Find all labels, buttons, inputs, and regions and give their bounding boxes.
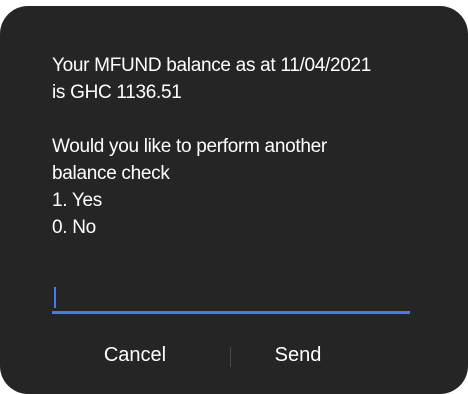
- option-no: 0. No: [52, 217, 96, 238]
- message-line: Would you like to perform another: [52, 136, 327, 157]
- button-divider: [230, 347, 231, 367]
- reply-input[interactable]: [52, 284, 410, 310]
- option-yes: 1. Yes: [52, 190, 102, 211]
- ussd-message: Your MFUND balance as at 11/04/2021 is G…: [52, 52, 442, 241]
- message-line: balance check: [52, 163, 170, 184]
- message-spacer: [52, 106, 442, 133]
- message-line: is GHC 1136.51: [52, 82, 182, 103]
- send-button[interactable]: Send: [248, 338, 348, 372]
- message-line: Your MFUND balance as at 11/04/2021: [52, 55, 372, 76]
- input-underline: [52, 311, 410, 314]
- ussd-dialog: Your MFUND balance as at 11/04/2021 is G…: [0, 6, 468, 394]
- reply-input-container[interactable]: [52, 284, 410, 314]
- text-cursor: [54, 287, 56, 308]
- dialog-actions: Cancel Send: [0, 338, 468, 372]
- cancel-button[interactable]: Cancel: [80, 338, 190, 372]
